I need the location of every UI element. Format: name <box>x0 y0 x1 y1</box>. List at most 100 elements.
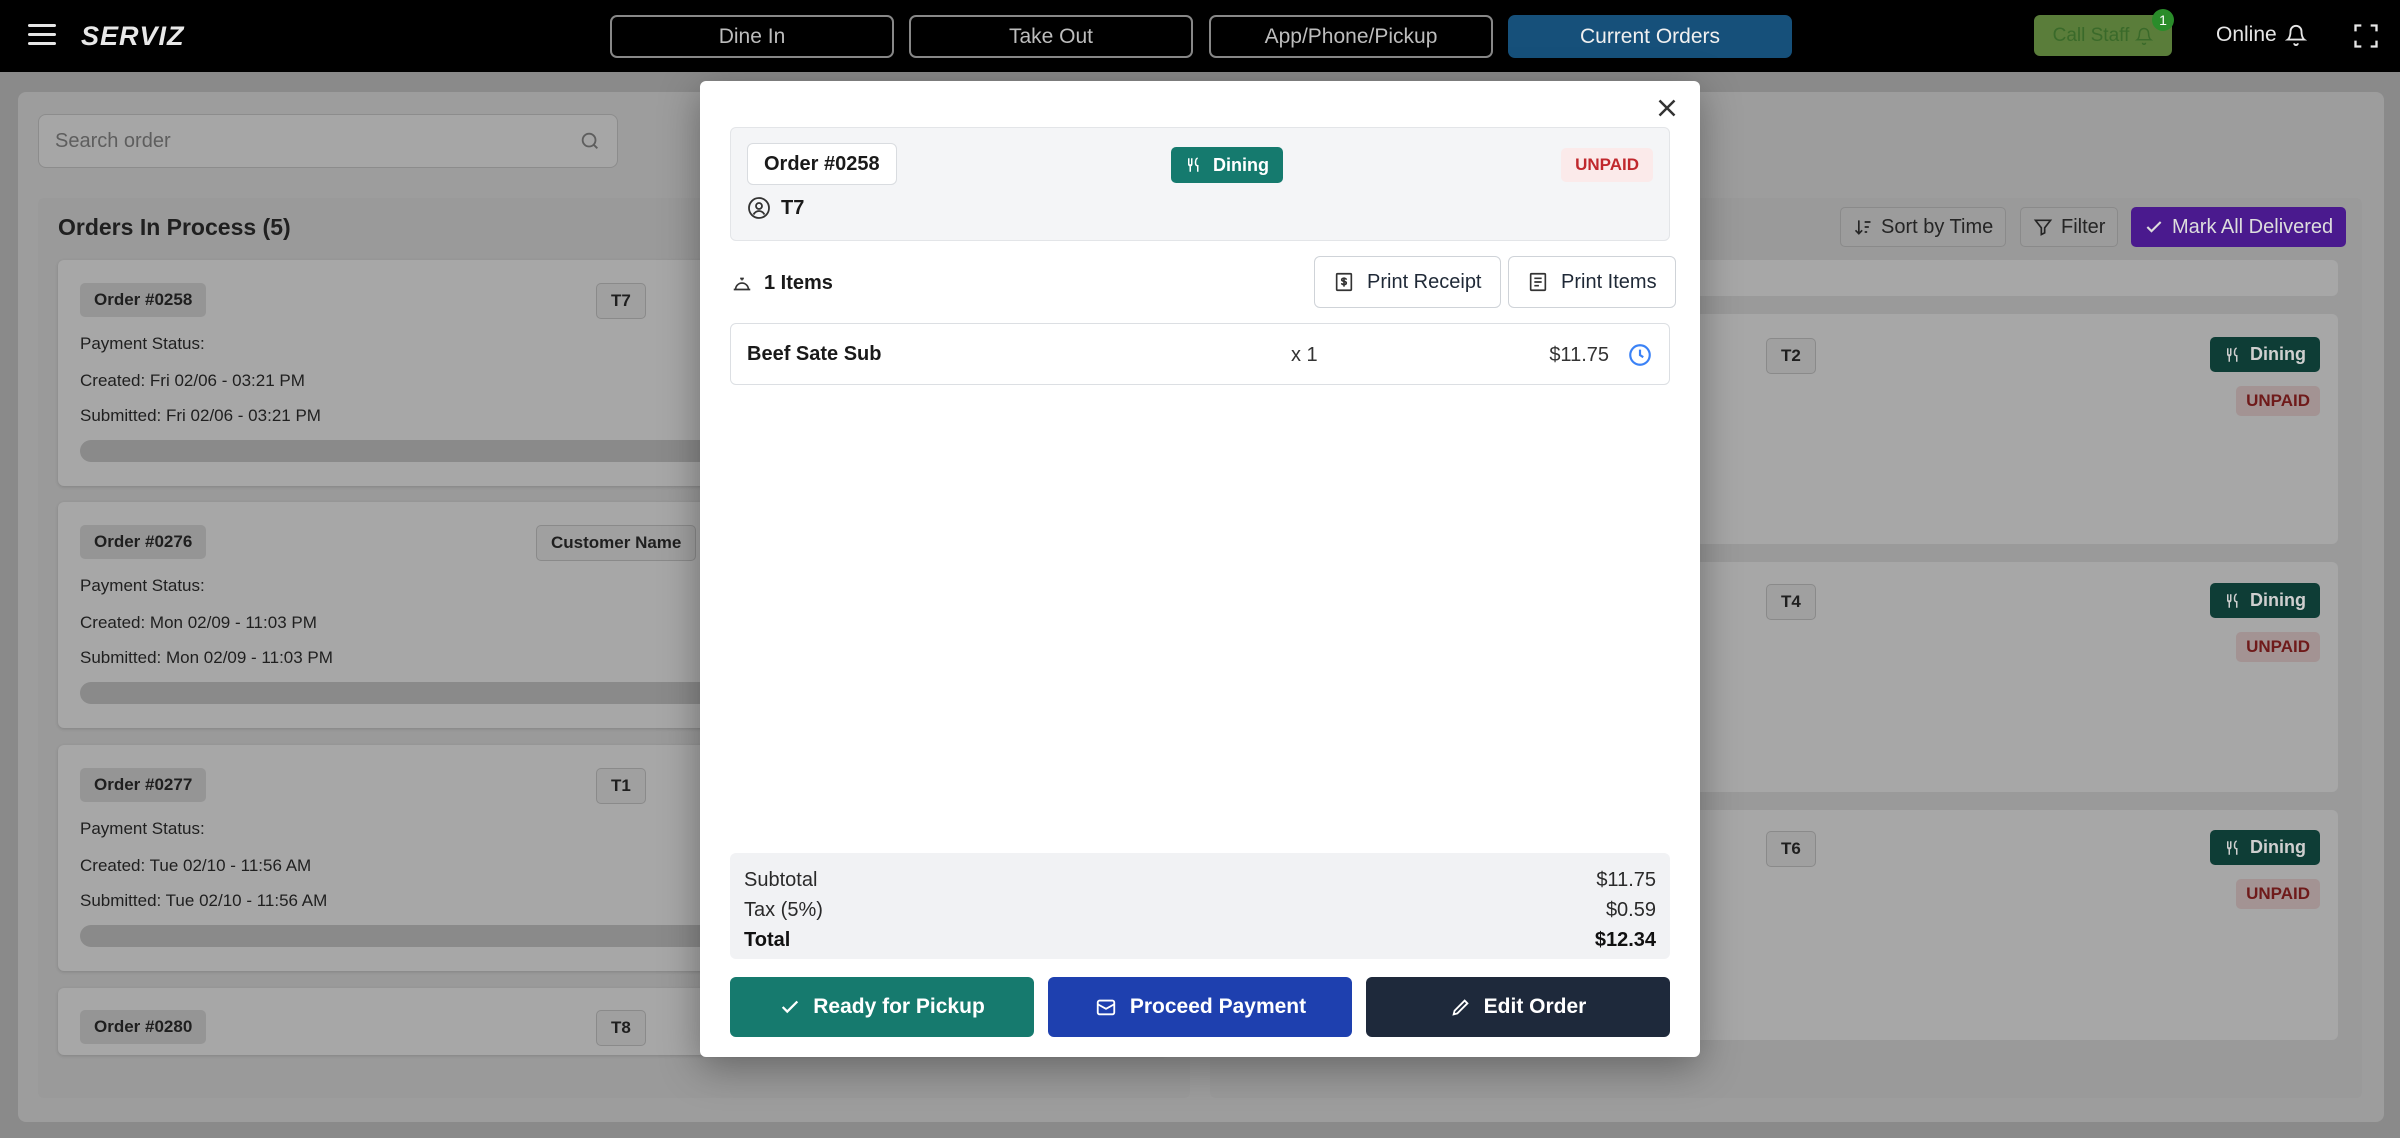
progress-bar <box>80 925 770 947</box>
search-icon <box>581 132 598 149</box>
sort-icon <box>1854 220 1871 235</box>
dining-badge: Dining <box>1171 147 1283 183</box>
filter-icon <box>2033 219 2053 236</box>
online-label: Online <box>2216 23 2277 46</box>
sort-label: Sort by Time <box>1881 215 1994 238</box>
unpaid-badge: UNPAID <box>2236 879 2320 909</box>
order-card[interactable]: T6 Dining UNPAID <box>1690 810 2338 1040</box>
subtotal-row: Subtotal $11.75 <box>744 865 1656 895</box>
order-card[interactable]: T4 Dining UNPAID <box>1690 562 2338 792</box>
wallet-icon <box>1096 999 1116 1016</box>
bell-icon[interactable] <box>2284 24 2307 46</box>
table-badge: T4 <box>1766 584 1816 620</box>
tab-take-out[interactable]: Take Out <box>909 15 1193 58</box>
check-icon <box>782 1000 799 1014</box>
dining-label: Dining <box>2250 837 2306 857</box>
tax-label: Tax (5%) <box>744 899 823 921</box>
order-id-badge: Order #0276 <box>80 525 207 559</box>
order-card[interactable]: T2 Dining UNPAID <box>1690 314 2338 544</box>
payment-status: Payment Status: <box>80 819 205 838</box>
bell-icon <box>2135 27 2154 45</box>
cloche-icon <box>733 277 751 290</box>
item-price: $11.75 <box>1549 344 1609 366</box>
order-id-badge: Order #0258 <box>80 283 207 317</box>
tax-row: Tax (5%) $0.59 <box>744 895 1656 925</box>
utensils-icon <box>2227 347 2238 362</box>
user-circle-icon <box>748 197 770 219</box>
dining-badge: Dining <box>2210 337 2320 372</box>
tab-current-orders[interactable]: Current Orders <box>1508 15 1792 58</box>
sort-by-time-button[interactable]: Sort by Time <box>1840 207 2007 247</box>
call-staff-button[interactable]: Call Staff 1 <box>2034 9 2174 56</box>
total-row: Total $12.34 <box>744 925 1656 955</box>
order-id-badge: Order #0277 <box>80 768 207 802</box>
created-time: Created: Tue 02/10 - 11:56 AM <box>80 856 312 875</box>
unpaid-badge: UNPAID <box>2236 386 2320 416</box>
payment-label: Proceed Payment <box>1129 995 1307 1018</box>
order-id-badge: Order #0280 <box>80 1010 207 1044</box>
total-label: Total <box>744 929 791 951</box>
dining-label: Dining <box>2250 344 2306 364</box>
payment-status: Payment Status: <box>80 576 205 595</box>
edit-label: Edit Order <box>1483 995 1587 1018</box>
created-time: Created: Fri 02/06 - 03:21 PM <box>80 371 305 390</box>
check-icon <box>2146 221 2162 233</box>
tab-app-phone-pickup[interactable]: App/Phone/Pickup <box>1209 15 1493 58</box>
table-badge: T6 <box>1766 831 1816 867</box>
print-receipt-button[interactable]: Print Receipt <box>1314 256 1501 308</box>
dining-label: Dining <box>1213 154 1269 175</box>
progress-bar <box>80 440 770 462</box>
clock-icon <box>1629 344 1651 366</box>
order-detail-modal: Order #0258 Dining UNPAID T7 1 Items Pri… <box>700 81 1700 1057</box>
submitted-time: Submitted: Tue 02/10 - 11:56 AM <box>80 891 328 910</box>
table-badge: T8 <box>596 1010 646 1046</box>
online-status: Online <box>2216 23 2307 47</box>
unpaid-badge: UNPAID <box>1561 148 1653 182</box>
payment-status: Payment Status: <box>80 334 205 353</box>
subtotal-value: $11.75 <box>1596 869 1656 891</box>
items-count-label: 1 Items <box>764 272 833 294</box>
close-icon[interactable] <box>1652 93 1682 123</box>
order-header: Order #0258 Dining UNPAID T7 <box>730 127 1670 241</box>
filter-button[interactable]: Filter <box>2020 207 2119 247</box>
print-receipt-label: Print Receipt <box>1367 270 1482 293</box>
top-bar: SERVIZ Dine In Take Out App/Phone/Pickup… <box>0 0 2400 72</box>
menu-icon[interactable] <box>28 24 56 46</box>
tax-value: $0.59 <box>1605 899 1656 921</box>
ready-for-pickup-button[interactable]: Ready for Pickup <box>730 977 1034 1037</box>
notification-badge: 1 <box>2152 9 2174 31</box>
search-input[interactable]: Search order <box>38 114 618 168</box>
unpaid-badge: UNPAID <box>2236 632 2320 662</box>
order-card[interactable] <box>1690 260 2338 296</box>
table-badge: T2 <box>1766 338 1816 374</box>
items-count: 1 Items <box>730 272 833 295</box>
proceed-payment-button[interactable]: Proceed Payment <box>1048 977 1352 1037</box>
item-name: Beef Sate Sub <box>747 343 882 365</box>
order-id-badge: Order #0258 <box>747 143 897 185</box>
brand-logo: SERVIZ <box>81 21 185 51</box>
fullscreen-icon[interactable] <box>2352 22 2380 50</box>
search-placeholder: Search order <box>55 129 171 152</box>
tab-dine-in[interactable]: Dine In <box>610 15 894 58</box>
dining-badge: Dining <box>2210 830 2320 865</box>
filter-label: Filter <box>2061 215 2106 238</box>
order-item-row[interactable]: Beef Sate Sub x 1 $11.75 <box>730 323 1670 385</box>
table-info: T7 <box>747 196 804 220</box>
utensils-icon <box>2227 840 2238 855</box>
print-items-button[interactable]: Print Items <box>1508 256 1676 308</box>
mark-all-label: Mark All Delivered <box>2172 215 2334 238</box>
edit-order-button[interactable]: Edit Order <box>1366 977 1670 1037</box>
mark-all-delivered-button[interactable]: Mark All Delivered <box>2131 207 2347 247</box>
created-time: Created: Mon 02/09 - 11:03 PM <box>80 613 317 632</box>
item-quantity: x 1 <box>1291 344 1318 366</box>
submitted-time: Submitted: Fri 02/06 - 03:21 PM <box>80 406 321 425</box>
submitted-time: Submitted: Mon 02/09 - 11:03 PM <box>80 648 333 667</box>
table-label: T7 <box>781 196 805 219</box>
table-badge: T1 <box>596 768 646 804</box>
subtotal-label: Subtotal <box>744 869 818 891</box>
order-totals: Subtotal $11.75 Tax (5%) $0.59 Total $12… <box>730 853 1670 959</box>
print-items-label: Print Items <box>1561 270 1657 293</box>
document-icon <box>1529 272 1547 292</box>
call-staff-label: Call Staff <box>2052 24 2130 46</box>
receipt-icon <box>1335 272 1353 292</box>
